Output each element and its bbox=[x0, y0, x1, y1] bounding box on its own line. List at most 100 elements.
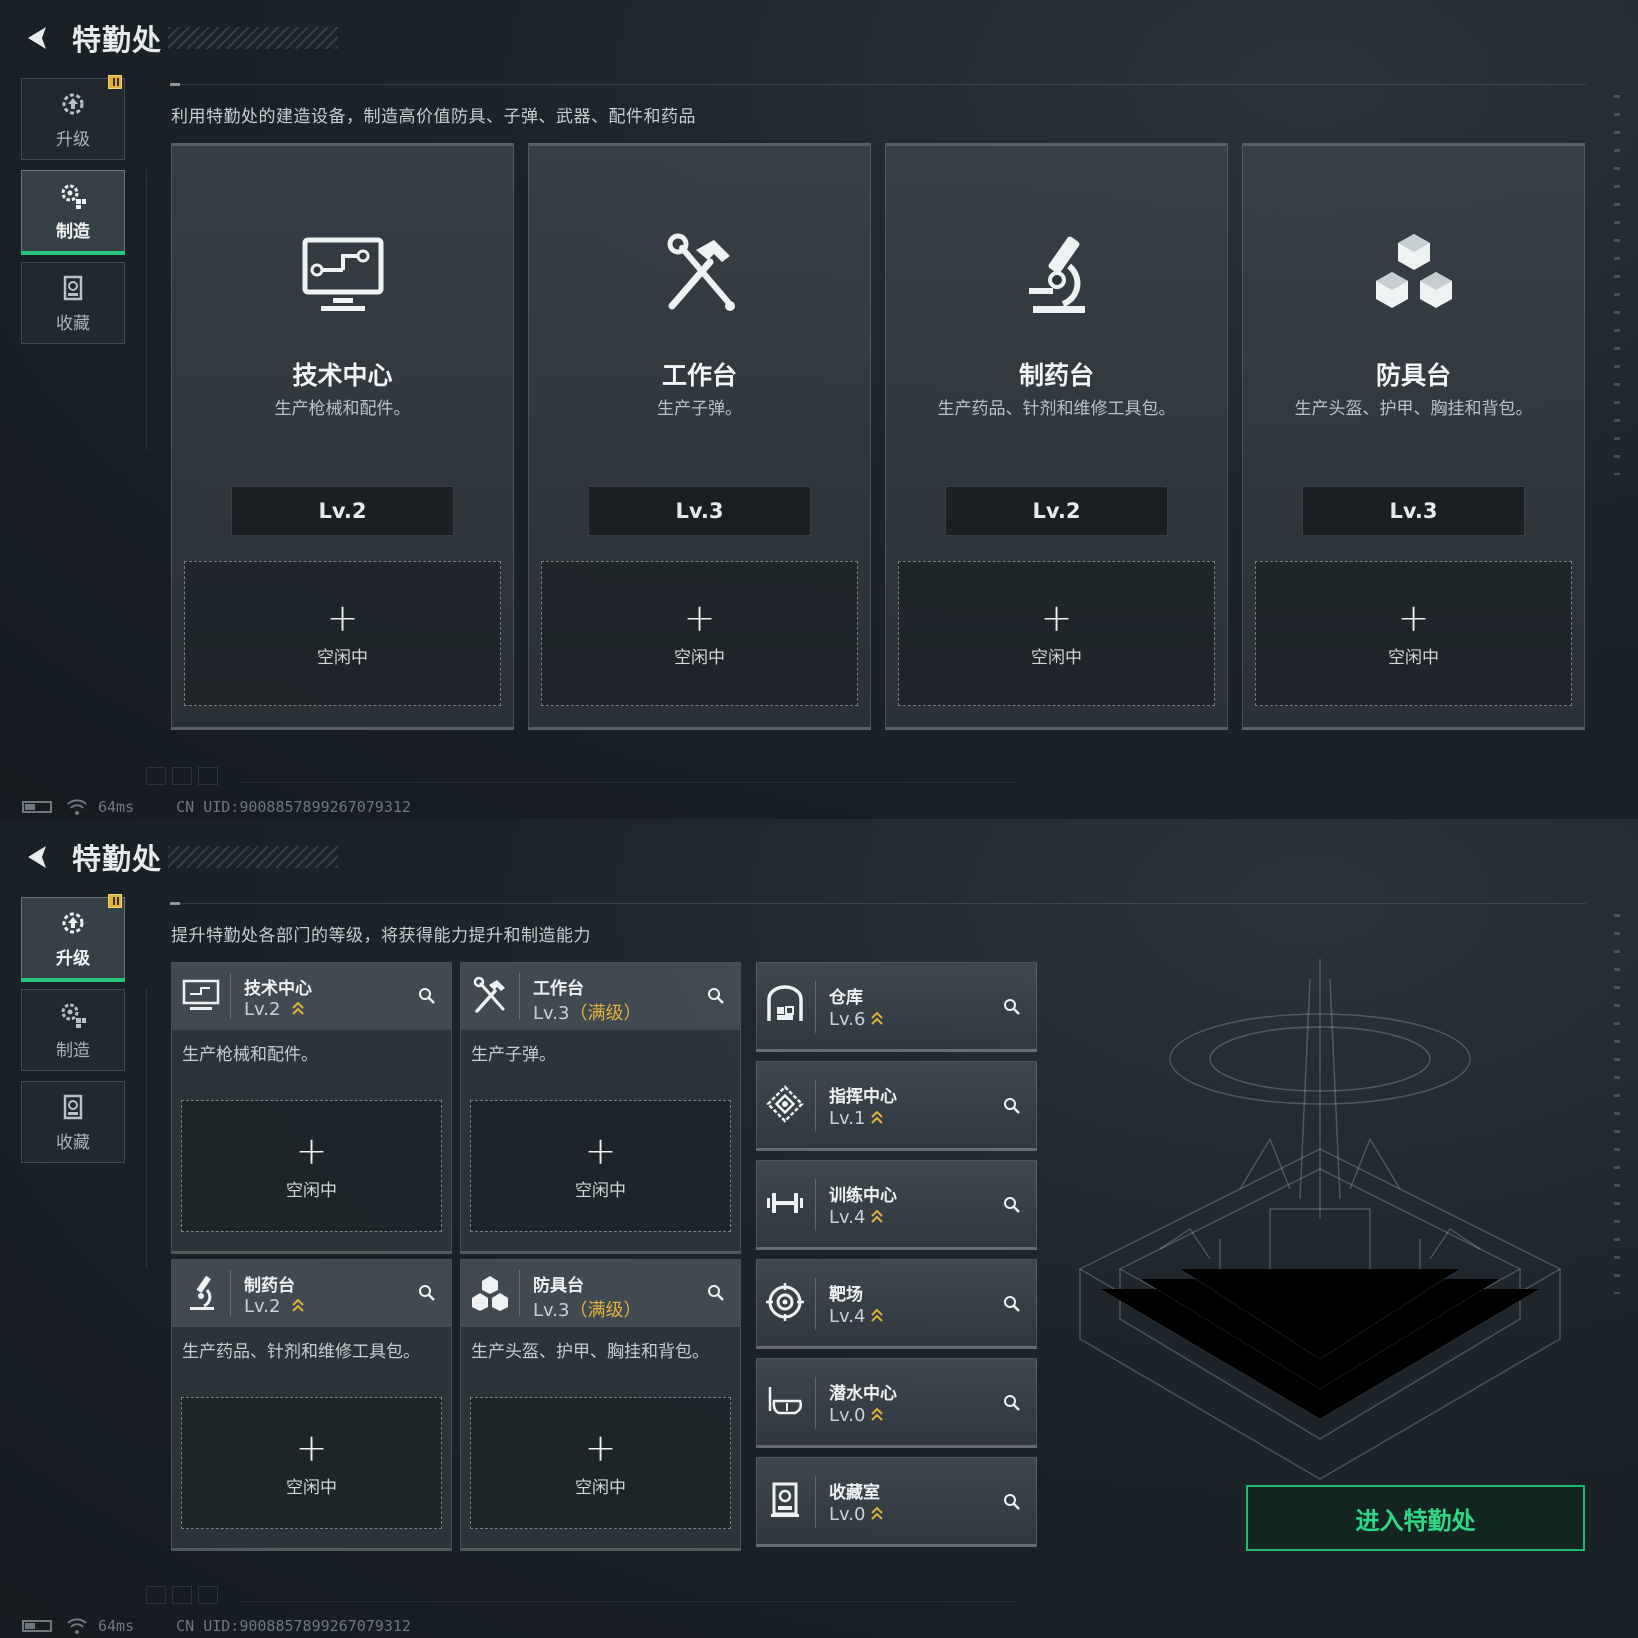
workstation-card-workbench[interactable]: 工作台 生产子弹。 Lv.3 + 空闲中 bbox=[528, 143, 871, 730]
workstation-card-armor[interactable]: 防具台 生产头盔、护甲、胸挂和背包。 Lv.3 + 空闲中 bbox=[1242, 143, 1585, 730]
inspect-button[interactable] bbox=[702, 1279, 730, 1307]
workstation-card-tech-center[interactable]: 技术中心 生产枪械和配件。 Lv.2 + 空闲中 bbox=[171, 143, 514, 730]
slot-status: 空闲中 bbox=[575, 1477, 626, 1498]
workstation-name: 技术中心 bbox=[292, 361, 393, 390]
inspect-button[interactable] bbox=[702, 982, 730, 1010]
panel-desc: 生产药品、针剂和维修工具包。 bbox=[182, 1342, 420, 1362]
facility-shooting-range[interactable]: 靶场 Lv.4 bbox=[756, 1259, 1037, 1349]
panel-header[interactable]: 防具台 Lv.3（满级） bbox=[461, 1260, 740, 1327]
workstation-level: Lv.3 bbox=[1302, 486, 1525, 536]
monitor-icon bbox=[182, 979, 220, 1010]
sidebar-item-upgrade[interactable]: 升级 bbox=[21, 75, 125, 160]
sidebar-item-collection[interactable]: 收藏 bbox=[21, 262, 125, 344]
sidebar-item-manufacture[interactable]: 制造 bbox=[21, 989, 125, 1071]
sidebar-item-collection[interactable]: 收藏 bbox=[21, 1081, 125, 1163]
header-divider bbox=[170, 83, 1586, 86]
upgrade-arrow-icon bbox=[871, 1209, 884, 1223]
level-value: Lv.3 bbox=[533, 1003, 570, 1024]
edge-tick-decoration bbox=[1614, 95, 1620, 475]
inspect-button[interactable] bbox=[998, 1488, 1026, 1516]
inspect-button[interactable] bbox=[413, 1279, 441, 1307]
production-slot[interactable]: + 空闲中 bbox=[898, 561, 1215, 706]
inspect-button[interactable] bbox=[998, 993, 1026, 1021]
facility-level: Lv.0 bbox=[829, 1405, 884, 1426]
sidebar-item-manufacture[interactable]: 制造 bbox=[21, 170, 125, 255]
upgrade-arrow-icon bbox=[871, 1308, 884, 1322]
search-icon bbox=[1004, 1494, 1020, 1510]
gear-upgrade-icon bbox=[58, 908, 88, 938]
status-bar: 64ms CN UID:9008857899267079312 bbox=[22, 795, 411, 819]
base-hologram-illustration bbox=[1078, 959, 1562, 1480]
sidebar: 升级 制造 收藏 bbox=[21, 75, 125, 354]
monitor-icon bbox=[302, 237, 383, 311]
inspect-button[interactable] bbox=[413, 982, 441, 1010]
back-button[interactable] bbox=[20, 21, 54, 55]
wifi-icon bbox=[67, 799, 87, 815]
header-separator bbox=[519, 973, 520, 1019]
collection-icon bbox=[58, 1092, 88, 1122]
page-header: 特勤处 bbox=[20, 837, 339, 877]
production-slot[interactable]: + 空闲中 bbox=[184, 561, 501, 706]
level-value: Lv.6 bbox=[829, 1009, 866, 1030]
header-separator bbox=[815, 1278, 816, 1330]
workstation-panel-pharmacy: 制药台 Lv.2 生产药品、针剂和维修工具包。 + 空闲中 bbox=[171, 1259, 452, 1551]
facility-dive-center[interactable]: 潜水中心 Lv.0 bbox=[756, 1358, 1037, 1448]
header-separator bbox=[519, 1270, 520, 1316]
level-value: Lv.3 bbox=[533, 1300, 570, 1321]
command-icon bbox=[766, 1085, 804, 1123]
battery-icon bbox=[22, 801, 52, 813]
production-slot[interactable]: + 空闲中 bbox=[470, 1397, 731, 1529]
wifi-icon bbox=[67, 1618, 87, 1634]
inspect-button[interactable] bbox=[998, 1191, 1026, 1219]
facility-training-center[interactable]: 训练中心 Lv.4 bbox=[756, 1160, 1037, 1250]
facility-level: Lv.0 bbox=[829, 1504, 884, 1525]
production-slot[interactable]: + 空闲中 bbox=[181, 1397, 442, 1529]
inspect-button[interactable] bbox=[998, 1092, 1026, 1120]
level-value: Lv.2 bbox=[244, 1296, 281, 1317]
facility-level: Lv.6 bbox=[829, 1009, 884, 1030]
target-icon bbox=[766, 1283, 804, 1321]
search-icon bbox=[708, 988, 724, 1004]
facility-command-center[interactable]: 指挥中心 Lv.1 bbox=[756, 1061, 1037, 1151]
workstation-card-pharmacy[interactable]: 制药台 生产药品、针剂和维修工具包。 Lv.2 + 空闲中 bbox=[885, 143, 1228, 730]
panel-header[interactable]: 技术中心 Lv.2 bbox=[172, 963, 451, 1030]
dumbbell-icon bbox=[767, 1193, 803, 1213]
workstation-name: 防具台 bbox=[1375, 361, 1451, 390]
panel-desc: 生产头盔、护甲、胸挂和背包。 bbox=[471, 1342, 709, 1362]
hammer-wrench-icon bbox=[473, 976, 505, 1013]
panel-name: 防具台 bbox=[533, 1276, 584, 1296]
inspect-button[interactable] bbox=[998, 1290, 1026, 1318]
back-arrow-icon bbox=[28, 846, 46, 868]
production-slot[interactable]: + 空闲中 bbox=[1255, 561, 1572, 706]
gear-manufacture-icon bbox=[58, 181, 88, 211]
header-separator bbox=[815, 1179, 816, 1231]
header-hatch-decoration bbox=[168, 27, 339, 49]
search-icon bbox=[1004, 1296, 1020, 1312]
facility-name: 潜水中心 bbox=[829, 1384, 897, 1404]
inspect-button[interactable] bbox=[998, 1389, 1026, 1417]
upgrade-arrow-icon bbox=[292, 1001, 304, 1015]
gear-manufacture-icon bbox=[58, 1000, 88, 1030]
sidebar-item-upgrade[interactable]: 升级 bbox=[21, 894, 125, 982]
production-slot[interactable]: + 空闲中 bbox=[181, 1100, 442, 1232]
back-arrow-icon bbox=[28, 27, 46, 49]
facility-name: 训练中心 bbox=[829, 1186, 897, 1206]
cubes-icon bbox=[1375, 234, 1452, 308]
back-button[interactable] bbox=[20, 840, 54, 874]
header-separator bbox=[815, 1080, 816, 1132]
panel-header[interactable]: 工作台 Lv.3（满级） bbox=[461, 963, 740, 1030]
production-slot[interactable]: + 空闲中 bbox=[541, 561, 858, 706]
page-subtitle: 提升特勤处各部门的等级，将获得能力提升和制造能力 bbox=[171, 926, 591, 946]
panel-header[interactable]: 制药台 Lv.2 bbox=[172, 1260, 451, 1327]
enter-special-ops-button[interactable]: 进入特勤处 bbox=[1246, 1485, 1585, 1551]
facility-collection-room[interactable]: 收藏室 Lv.0 bbox=[756, 1457, 1037, 1547]
production-slot[interactable]: + 空闲中 bbox=[470, 1100, 731, 1232]
dive-mask-icon bbox=[768, 1387, 803, 1415]
collection-icon bbox=[771, 1482, 799, 1517]
plus-icon: + bbox=[1040, 596, 1073, 640]
slot-status: 空闲中 bbox=[575, 1180, 626, 1201]
facility-warehouse[interactable]: 仓库 Lv.6 bbox=[756, 962, 1037, 1052]
level-value: Lv.1 bbox=[829, 1108, 866, 1129]
level-value: Lv.2 bbox=[244, 999, 281, 1020]
plus-icon: + bbox=[326, 596, 359, 640]
